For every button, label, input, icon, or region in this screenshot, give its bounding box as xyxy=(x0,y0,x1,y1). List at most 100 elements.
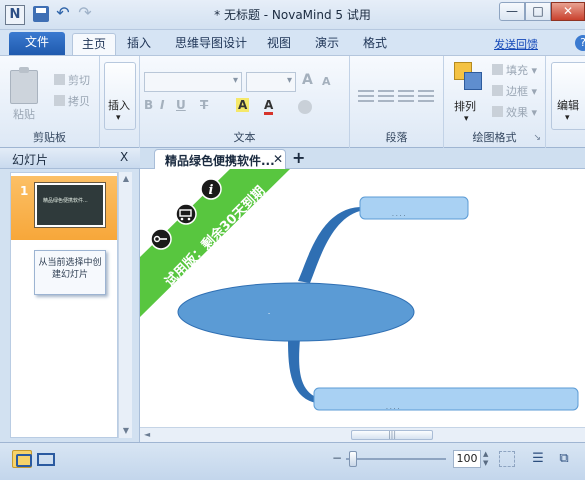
new-slide-from-selection-button[interactable]: 从当前选择中创建幻灯片 xyxy=(34,250,106,295)
tab-insert[interactable]: 插入 xyxy=(118,33,160,55)
align-center-icon[interactable] xyxy=(378,90,394,102)
paste-label[interactable]: 粘贴 xyxy=(13,106,35,122)
slides-panel-title: 幻灯片 xyxy=(12,153,49,167)
strikethrough-button[interactable]: T xyxy=(200,98,208,112)
minimize-button[interactable]: — xyxy=(499,2,525,21)
insert-label: 插入 xyxy=(108,99,130,112)
border-button[interactable]: 边框 ▾ xyxy=(492,83,537,99)
insert-button[interactable]: 插入 ▾ xyxy=(104,62,136,130)
align-left-icon[interactable] xyxy=(358,90,374,102)
zoom-slider-thumb[interactable] xyxy=(349,451,357,467)
fill-label: 填充 xyxy=(506,64,528,77)
document-tab-label: 精品绿色便携软件... xyxy=(165,154,275,168)
align-right-icon[interactable] xyxy=(398,90,414,102)
document-tab-bar: 精品绿色便携软件... ✕ + xyxy=(140,148,585,169)
clipboard-group: 粘贴 剪切 拷贝 剪贴板 xyxy=(0,56,100,148)
horizontal-scroll-thumb[interactable]: ||| xyxy=(351,430,433,440)
svg-text:i: i xyxy=(209,183,214,198)
drawing-format-group: 排列 ▾ 填充 ▾ 边框 ▾ 效果 ▾ 绘图格式 ↘ xyxy=(444,56,546,148)
clipboard-group-label: 剪贴板 xyxy=(33,131,66,144)
clear-format-icon[interactable] xyxy=(298,100,312,114)
scroll-left-icon[interactable]: ◄ xyxy=(144,428,150,442)
insert-group: 插入 ▾ xyxy=(100,56,140,148)
ribbon: 粘贴 剪切 拷贝 剪贴板 插入 ▾ A A B I U T A A 文本 段落 … xyxy=(0,55,585,148)
presentation-view-button[interactable] xyxy=(34,450,55,468)
central-topic-node[interactable] xyxy=(177,282,415,342)
help-icon[interactable]: ? xyxy=(575,35,585,51)
slides-panel: 1 精品绿色便携软件... 从当前选择中创建幻灯片 ▲ ▼ xyxy=(0,169,140,442)
maximize-button[interactable]: □ xyxy=(525,2,551,21)
scroll-down-icon[interactable]: ▼ xyxy=(119,424,133,438)
zoom-level-input[interactable]: 100 xyxy=(453,450,481,468)
chevron-down-icon: ▾ xyxy=(565,113,570,123)
fill-button[interactable]: 填充 ▾ xyxy=(492,62,537,78)
document-tab[interactable]: 精品绿色便携软件... ✕ xyxy=(154,149,286,169)
font-family-select[interactable] xyxy=(144,72,242,92)
tab-view[interactable]: 视图 xyxy=(258,33,300,55)
italic-button[interactable]: I xyxy=(160,98,164,112)
scroll-up-icon[interactable]: ▲ xyxy=(119,172,133,186)
cart-icon[interactable] xyxy=(175,203,197,225)
slide-thumbnail-text: 精品绿色便携软件... xyxy=(43,198,88,204)
tab-format[interactable]: 格式 xyxy=(354,33,396,55)
grow-font-button[interactable]: A xyxy=(302,72,313,88)
mindmap-canvas[interactable]: 试用版：剩余30天到期 i - . . . . . . . . xyxy=(140,169,585,427)
cut-icon xyxy=(54,74,65,85)
chevron-down-icon: ▾ xyxy=(116,113,121,123)
add-tab-button[interactable]: + xyxy=(292,148,305,167)
slides-view-button[interactable] xyxy=(12,450,32,468)
dialog-launcher-icon[interactable]: ↘ xyxy=(533,133,541,143)
central-topic-text: - xyxy=(268,310,270,317)
slides-list: 1 精品绿色便携软件... 从当前选择中创建幻灯片 xyxy=(10,172,118,438)
highlight-button[interactable]: A xyxy=(236,98,250,112)
zoom-slider-track[interactable] xyxy=(346,458,446,460)
close-button[interactable]: ✕ xyxy=(551,2,585,21)
tab-mindmap-design[interactable]: 思维导图设计 xyxy=(166,33,256,55)
subtopic-bottom-text: . . . . xyxy=(386,404,399,411)
tab-file[interactable]: 文件 xyxy=(9,32,65,55)
align-justify-icon[interactable] xyxy=(418,90,434,102)
zoom-out-button[interactable]: − xyxy=(330,451,344,465)
font-size-select[interactable] xyxy=(246,72,296,92)
subtopic-node-top[interactable] xyxy=(359,196,469,220)
fit-to-window-icon[interactable] xyxy=(499,451,515,467)
border-label: 边框 xyxy=(506,85,528,98)
slide-thumbnail[interactable]: 精品绿色便携软件... xyxy=(35,183,105,227)
cut-button[interactable]: 剪切 xyxy=(54,72,90,88)
zoom-spinner-icon[interactable]: ▲ ▼ xyxy=(483,450,491,468)
key-icon[interactable] xyxy=(150,228,172,250)
paste-icon[interactable] xyxy=(10,67,38,104)
font-color-button[interactable]: A xyxy=(264,98,274,115)
feedback-link[interactable]: 发送回馈 xyxy=(494,36,538,52)
canvas-horizontal-scrollbar[interactable]: ◄ ||| xyxy=(140,427,585,442)
info-icon[interactable]: i xyxy=(200,178,222,200)
window-title: * 无标题 - NovaMind 5 试用 xyxy=(214,8,371,22)
branch-bottom xyxy=(288,339,316,403)
edit-group: 编辑 ▾ xyxy=(546,56,585,148)
slides-panel-close-button[interactable]: X xyxy=(120,150,128,164)
underline-button[interactable]: U xyxy=(176,98,186,112)
shrink-font-button[interactable]: A xyxy=(322,75,331,88)
effect-icon xyxy=(492,106,503,117)
status-bar: − 100 ▲ ▼ ☰ ⧉ xyxy=(0,442,585,480)
border-icon xyxy=(492,85,503,96)
mindmap-svg: 试用版：剩余30天到期 i - . . . . . . . . xyxy=(140,169,579,411)
mindmap-view-icon[interactable]: ⧉ xyxy=(556,451,572,467)
copy-button[interactable]: 拷贝 xyxy=(54,93,90,109)
outline-view-icon[interactable]: ☰ xyxy=(530,451,546,467)
subtopic-node-bottom[interactable] xyxy=(313,387,579,411)
tab-present[interactable]: 演示 xyxy=(306,33,348,55)
bold-button[interactable]: B xyxy=(144,98,153,112)
text-group-label: 文本 xyxy=(233,131,256,144)
edit-button[interactable]: 编辑 ▾ xyxy=(551,62,585,130)
arrange-label[interactable]: 排列 xyxy=(454,98,476,114)
effect-label: 效果 xyxy=(506,106,528,119)
slides-vertical-scrollbar[interactable]: ▲ ▼ xyxy=(118,172,132,438)
branch-top xyxy=(298,207,360,283)
effect-button[interactable]: 效果 ▾ xyxy=(492,104,537,120)
document-tab-close-icon[interactable]: ✕ xyxy=(273,152,283,166)
slide-item[interactable]: 1 精品绿色便携软件... xyxy=(11,176,117,240)
tab-home[interactable]: 主页 xyxy=(72,33,117,55)
arrange-icon[interactable] xyxy=(454,62,484,92)
slide-number: 1 xyxy=(20,184,29,198)
